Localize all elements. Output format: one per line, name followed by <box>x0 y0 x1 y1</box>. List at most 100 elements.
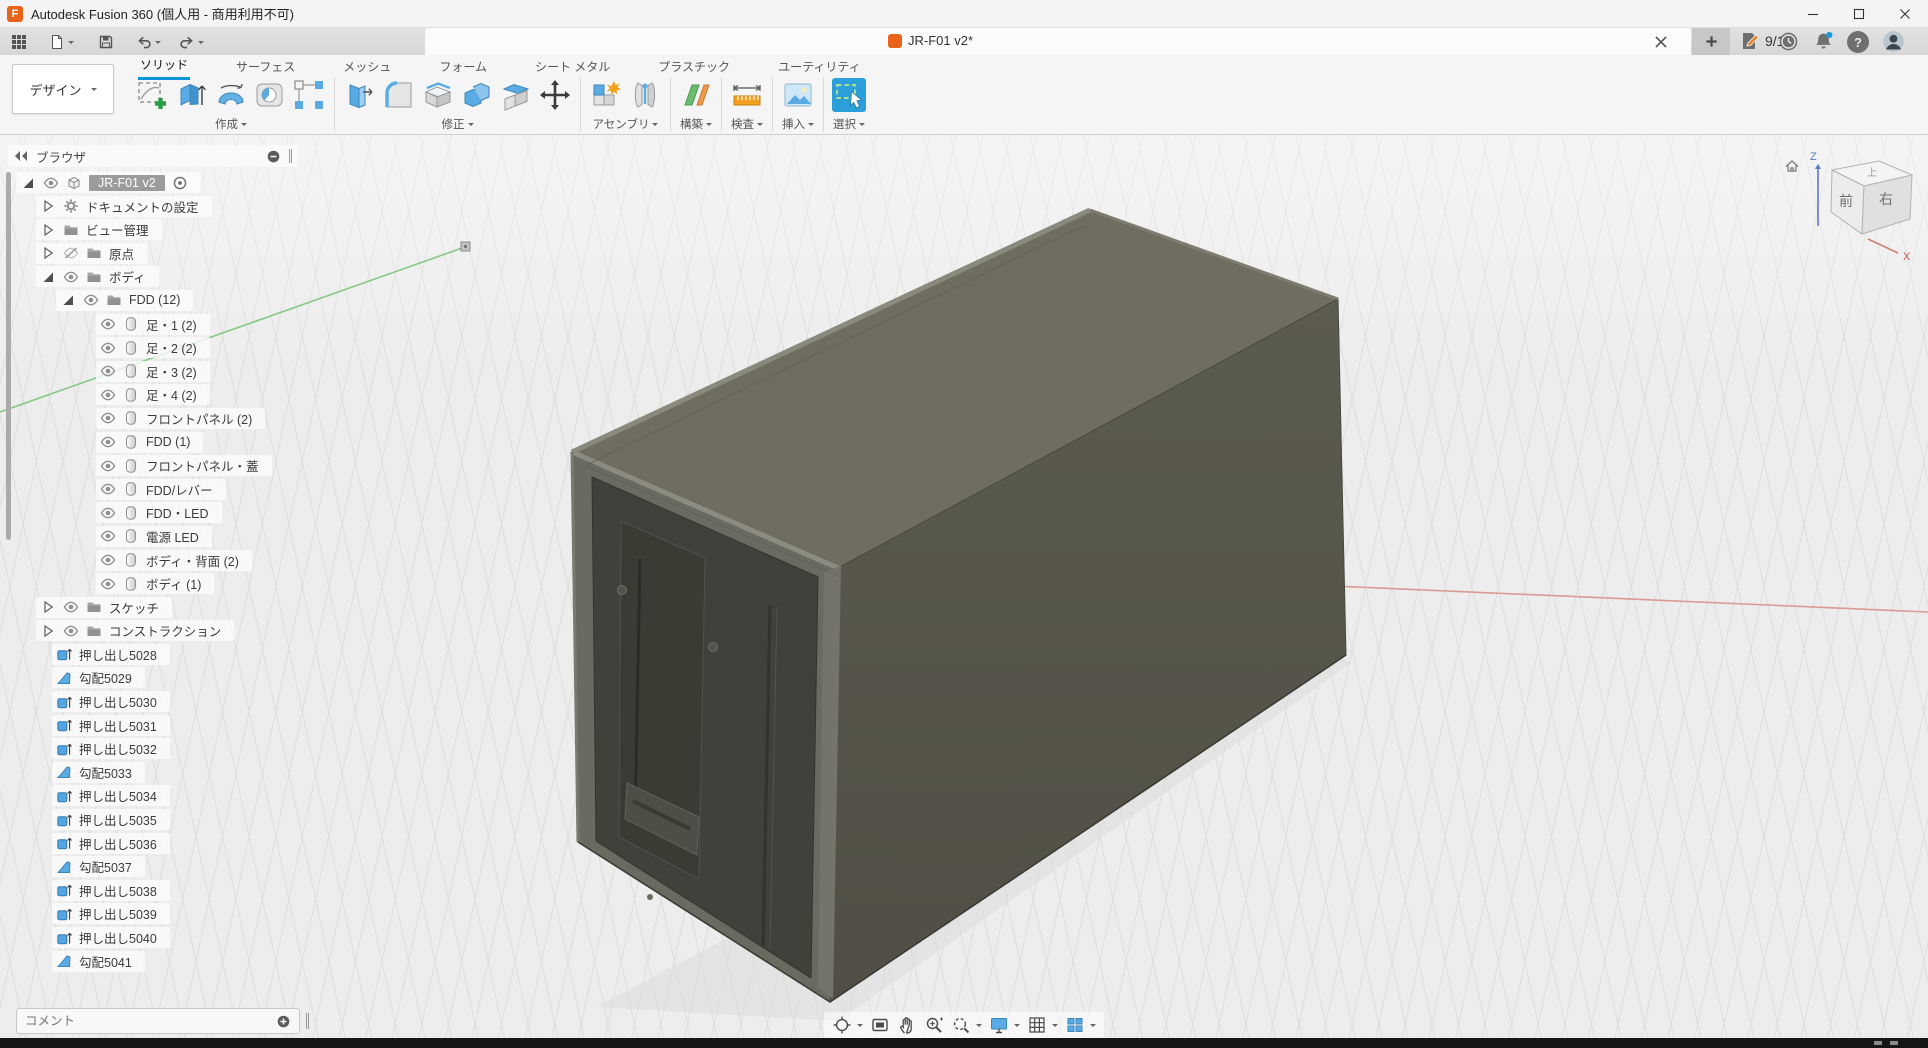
tree-row-fdd-folder[interactable]: FDD (12) <box>0 290 330 310</box>
app-grid-icon[interactable] <box>6 30 32 54</box>
visibility-eye-icon[interactable] <box>43 175 59 191</box>
tree-row-body[interactable]: FDD・LED <box>0 502 330 522</box>
new-tab-button[interactable] <box>1692 28 1730 55</box>
tab-mesh[interactable]: メッシュ <box>341 56 393 79</box>
tree-row-body[interactable]: ボディ (1) <box>0 573 330 593</box>
tree-row-body[interactable]: 足・1 (2) <box>0 314 330 334</box>
visibility-eye-icon[interactable] <box>100 552 116 568</box>
new-component-icon[interactable] <box>589 78 623 112</box>
tree-row-named-views[interactable]: ビュー管理 <box>0 219 330 239</box>
construct-menu[interactable]: 構築 <box>680 116 712 132</box>
feature-row[interactable]: 押し出し5036 <box>0 833 330 853</box>
visibility-eye-icon[interactable] <box>100 528 116 544</box>
visibility-eye-icon[interactable] <box>100 458 116 474</box>
extrude-icon[interactable] <box>175 78 209 112</box>
model-body[interactable] <box>572 210 1346 1002</box>
tree-row-body[interactable]: フロントパネル (2) <box>0 408 330 428</box>
feature-row[interactable]: 勾配5041 <box>0 951 330 971</box>
home-icon[interactable] <box>1786 161 1798 171</box>
visibility-eye-icon[interactable] <box>100 316 116 332</box>
orbit-button[interactable] <box>832 1015 863 1035</box>
visibility-eye-icon[interactable] <box>100 363 116 379</box>
visibility-eye-icon[interactable] <box>100 481 116 497</box>
construction-plane-icon[interactable] <box>679 78 713 112</box>
help-icon[interactable]: ? <box>1847 31 1869 53</box>
avatar[interactable] <box>1882 30 1905 58</box>
move-copy-icon[interactable] <box>538 78 572 112</box>
measure-icon[interactable] <box>730 78 764 112</box>
minimize-button[interactable] <box>1790 0 1836 28</box>
visibility-eye-icon[interactable] <box>100 576 116 592</box>
feature-row[interactable]: 押し出し5034 <box>0 785 330 805</box>
browser-panel-header[interactable]: ブラウザ <box>8 145 298 167</box>
tree-row-bodies[interactable]: ボディ <box>0 266 330 286</box>
tree-row-body[interactable]: FDD/レバー <box>0 479 330 499</box>
create-menu[interactable]: 作成 <box>215 116 247 132</box>
combine-icon[interactable] <box>460 78 494 112</box>
visibility-eye-icon[interactable] <box>100 434 116 450</box>
collapsed-arrow-icon[interactable] <box>40 245 56 261</box>
visibility-eye-icon[interactable] <box>100 340 116 356</box>
root-component-label[interactable]: JR-F01 v2 <box>89 175 165 191</box>
minimize-panel-icon[interactable] <box>266 149 281 164</box>
file-menu-button[interactable] <box>44 30 79 54</box>
grid-layout-button[interactable] <box>1027 1015 1058 1035</box>
insert-canvas-icon[interactable] <box>781 78 815 112</box>
pattern-icon[interactable] <box>292 78 326 112</box>
feature-row[interactable]: 押し出し5038 <box>0 880 330 900</box>
select-menu[interactable]: 選択 <box>833 116 865 132</box>
tab-surface[interactable]: サーフェス <box>234 56 297 79</box>
tree-row-body[interactable]: フロントパネル・蓋 <box>0 455 330 475</box>
tree-row-origin[interactable]: 原点 <box>0 243 330 263</box>
visibility-eye-icon[interactable] <box>63 269 79 285</box>
visibility-eye-icon[interactable] <box>100 410 116 426</box>
tree-row-body[interactable]: 足・2 (2) <box>0 337 330 357</box>
notifications-bell-icon[interactable] <box>1813 31 1834 57</box>
tree-row-body[interactable]: 足・3 (2) <box>0 361 330 381</box>
feature-row[interactable]: 押し出し5039 <box>0 903 330 923</box>
activate-component-icon[interactable] <box>172 175 188 191</box>
collapse-panel-icon[interactable] <box>14 150 28 162</box>
tab-sheet-metal[interactable]: シート メタル <box>533 56 612 79</box>
tree-row-body[interactable]: 足・4 (2) <box>0 384 330 404</box>
zoom-button[interactable] <box>924 1015 944 1035</box>
workspace-selector[interactable]: デザイン <box>12 64 114 114</box>
expanded-arrow-icon[interactable] <box>20 175 36 191</box>
redo-button[interactable] <box>174 30 209 54</box>
document-tab[interactable] <box>425 28 1691 55</box>
document-tab-close-icon[interactable] <box>1652 33 1670 51</box>
collapsed-arrow-icon[interactable] <box>40 198 56 214</box>
comment-input[interactable] <box>25 1014 268 1028</box>
viewports-button[interactable] <box>1065 1015 1096 1035</box>
visibility-eye-icon[interactable] <box>100 505 116 521</box>
create-sketch-icon[interactable] <box>136 78 170 112</box>
pan-button[interactable] <box>897 1015 917 1035</box>
modify-menu[interactable]: 修正 <box>442 116 474 132</box>
tab-plastic[interactable]: プラスチック <box>656 56 732 79</box>
assemble-menu[interactable]: アセンブリ <box>593 116 659 132</box>
add-comment-icon[interactable] <box>276 1014 291 1029</box>
undo-button[interactable] <box>131 30 166 54</box>
tree-row-body[interactable]: ボディ・背面 (2) <box>0 550 330 570</box>
inspect-menu[interactable]: 検査 <box>731 116 763 132</box>
visibility-eye-icon[interactable] <box>83 292 99 308</box>
look-at-button[interactable] <box>870 1015 890 1035</box>
feature-row[interactable]: 押し出し5028 <box>0 644 330 664</box>
visibility-eye-icon[interactable] <box>63 623 79 639</box>
expanded-arrow-icon[interactable] <box>40 269 56 285</box>
notification-center-icon[interactable] <box>1778 31 1799 57</box>
display-settings-button[interactable] <box>989 1015 1020 1035</box>
fillet-icon[interactable] <box>382 78 416 112</box>
feature-row[interactable]: 勾配5029 <box>0 667 330 687</box>
hole-icon[interactable] <box>253 78 287 112</box>
origin-marker[interactable] <box>461 242 470 251</box>
shell-icon[interactable] <box>421 78 455 112</box>
feature-row[interactable]: 勾配5037 <box>0 856 330 876</box>
tree-row-construction[interactable]: コンストラクション <box>0 620 330 640</box>
feature-row[interactable]: 押し出し5032 <box>0 738 330 758</box>
select-tool-icon[interactable] <box>832 78 866 112</box>
feature-row[interactable]: 勾配5033 <box>0 762 330 782</box>
view-cube[interactable]: Z 上 前 右 X <box>1782 146 1928 276</box>
collapsed-arrow-icon[interactable] <box>40 599 56 615</box>
tree-row-body[interactable]: 電源 LED <box>0 526 330 546</box>
